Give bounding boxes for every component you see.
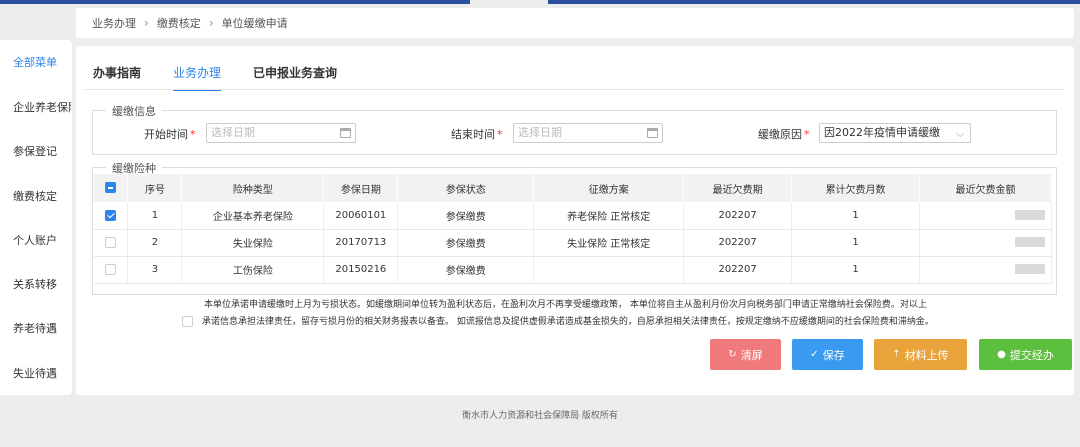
chevron-right-icon: › <box>208 16 214 30</box>
cell-date: 20170713 <box>323 229 399 257</box>
cell-no: 2 <box>127 229 183 257</box>
main-card: 办事指南 业务办理 已申报业务查询 缓缴信息 开始时间 * 选择日期 结束时间 * … <box>76 46 1074 395</box>
footer: 衡水市人力资源和社会保障局 版权所有 <box>462 411 618 421</box>
tab-business[interactable]: 业务办理 <box>173 64 222 91</box>
column-header: 征缴方案 <box>533 174 685 202</box>
breadcrumb-item[interactable]: 业务办理 <box>92 15 136 31</box>
cell-months: 1 <box>791 229 921 257</box>
column-header: 险种类型 <box>181 174 325 202</box>
start-date-label: 开始时间 * <box>144 128 196 141</box>
notice-line-2: 承诺信息承担法律责任，留存亏损月份的相关财务报表以备查。 如谎报信息及提供虚假承… <box>202 317 934 327</box>
insurance-table: 序号 险种类型 参保日期 参保状态 征缴方案 最近欠费期 累计欠费月数 最近欠费… <box>94 174 1052 284</box>
breadcrumb-item: 单位缓缴申请 <box>221 17 288 30</box>
cell-date: 20150216 <box>323 256 399 284</box>
sidebar-item-pension-benefits[interactable]: 养老待遇 <box>13 320 71 336</box>
save-button[interactable]: ✓ 保存 <box>792 339 863 370</box>
commitment-checkbox[interactable] <box>182 316 193 327</box>
table-row[interactable]: 2 失业保险 20170713 参保缴费 失业保险 正常核定 202207 1 <box>94 229 1052 257</box>
cell-plan <box>533 256 685 284</box>
breadcrumb: 业务办理 › 缴费核定 › 单位缓缴申请 <box>76 8 1074 38</box>
cell-status: 参保缴费 <box>397 202 535 230</box>
column-header: 参保日期 <box>323 174 399 202</box>
sidebar-item-unemployment-benefits[interactable]: 失业待遇 <box>13 365 71 381</box>
clear-button[interactable]: ↻ 清屏 <box>710 339 781 370</box>
cell-period: 202207 <box>683 229 793 257</box>
tab-query[interactable]: 已申报业务查询 <box>253 64 337 91</box>
top-bar <box>0 0 1080 4</box>
redacted-amount <box>1015 209 1045 220</box>
cell-plan: 失业保险 正常核定 <box>533 229 685 257</box>
cell-plan: 养老保险 正常核定 <box>533 202 685 230</box>
redacted-amount <box>1015 264 1045 274</box>
check-icon: ✓ <box>810 349 819 360</box>
calendar-icon <box>340 128 351 138</box>
column-header: 参保状态 <box>397 174 535 202</box>
breadcrumb-item[interactable]: 缴费核定 <box>157 15 201 31</box>
row-checkbox[interactable] <box>105 236 117 248</box>
redacted-amount <box>1015 237 1045 247</box>
start-date-input[interactable]: 选择日期 <box>206 123 356 143</box>
deferral-legend: 缓缴信息 <box>106 103 162 119</box>
cell-status: 参保缴费 <box>397 229 535 257</box>
cell-period: 202207 <box>683 202 793 230</box>
cell-status: 参保缴费 <box>397 256 535 284</box>
cell-months: 1 <box>791 202 921 230</box>
submit-button[interactable]: ● 提交经办 <box>979 339 1072 370</box>
tab-bar: 办事指南 业务办理 已申报业务查询 <box>93 64 369 91</box>
upload-icon: ⇡ <box>892 349 901 360</box>
column-header: 序号 <box>127 174 183 202</box>
column-header: 最近欠费金额 <box>919 174 1052 202</box>
select-all-checkbox[interactable] <box>105 182 117 194</box>
cell-months: 1 <box>791 256 921 284</box>
sidebar: 全部菜单 企业养老保险 参保登记 缴费核定 个人账户 关系转移 养老待遇 失业待… <box>0 40 72 395</box>
cell-date: 20060101 <box>323 202 399 230</box>
cell-type: 工伤保险 <box>181 256 325 284</box>
tab-divider <box>84 89 1064 90</box>
reason-label: 缓缴原因 * <box>758 128 810 141</box>
sidebar-item-personal-account[interactable]: 个人账户 <box>13 232 71 248</box>
row-checkbox[interactable] <box>105 209 117 221</box>
table-row[interactable]: 1 企业基本养老保险 20060101 参保缴费 养老保险 正常核定 20220… <box>94 202 1052 230</box>
cell-type: 企业基本养老保险 <box>181 202 325 230</box>
column-header: 累计欠费月数 <box>791 174 921 202</box>
upload-button[interactable]: ⇡ 材料上传 <box>874 339 967 370</box>
cell-no: 1 <box>127 202 183 230</box>
cell-no: 3 <box>127 256 183 284</box>
row-checkbox[interactable] <box>105 263 117 275</box>
table-header-row: 序号 险种类型 参保日期 参保状态 征缴方案 最近欠费期 累计欠费月数 最近欠费… <box>94 174 1052 202</box>
cell-type: 失业保险 <box>181 229 325 257</box>
notice-line-1: 本单位承诺申请缓缴时上月为亏损状态。如缓缴期间单位转为盈利状态后，在盈利次月不再… <box>204 300 927 310</box>
chevron-right-icon: › <box>144 16 149 30</box>
chevron-down-icon: ⌵ <box>956 129 964 140</box>
sidebar-item-enterprise-pension[interactable]: 企业养老保险 <box>13 99 71 115</box>
column-header: 最近欠费期 <box>683 174 793 202</box>
sidebar-item-payment-verification[interactable]: 缴费核定 <box>13 188 71 204</box>
cell-period: 202207 <box>683 256 793 284</box>
end-date-label: 结束时间 * <box>451 128 503 141</box>
sidebar-item-registration[interactable]: 参保登记 <box>13 143 71 159</box>
sidebar-item-transfer[interactable]: 关系转移 <box>13 276 71 292</box>
calendar-icon <box>647 128 658 138</box>
tab-guide[interactable]: 办事指南 <box>93 64 141 91</box>
table-row[interactable]: 3 工伤保险 20150216 参保缴费 202207 1 <box>94 256 1052 284</box>
sidebar-item-all-menu[interactable]: 全部菜单 <box>13 54 71 70</box>
commitment-notice: 本单位承诺申请缓缴时上月为亏损状态。如缓缴期间单位转为盈利状态后，在盈利次月不再… <box>202 297 934 331</box>
end-date-input[interactable]: 选择日期 <box>513 123 663 143</box>
refresh-icon: ↻ <box>728 349 737 360</box>
reason-select[interactable]: 因2022年疫情申请缓缴 ⌵ <box>819 123 971 143</box>
check-circle-icon: ● <box>997 349 1006 360</box>
